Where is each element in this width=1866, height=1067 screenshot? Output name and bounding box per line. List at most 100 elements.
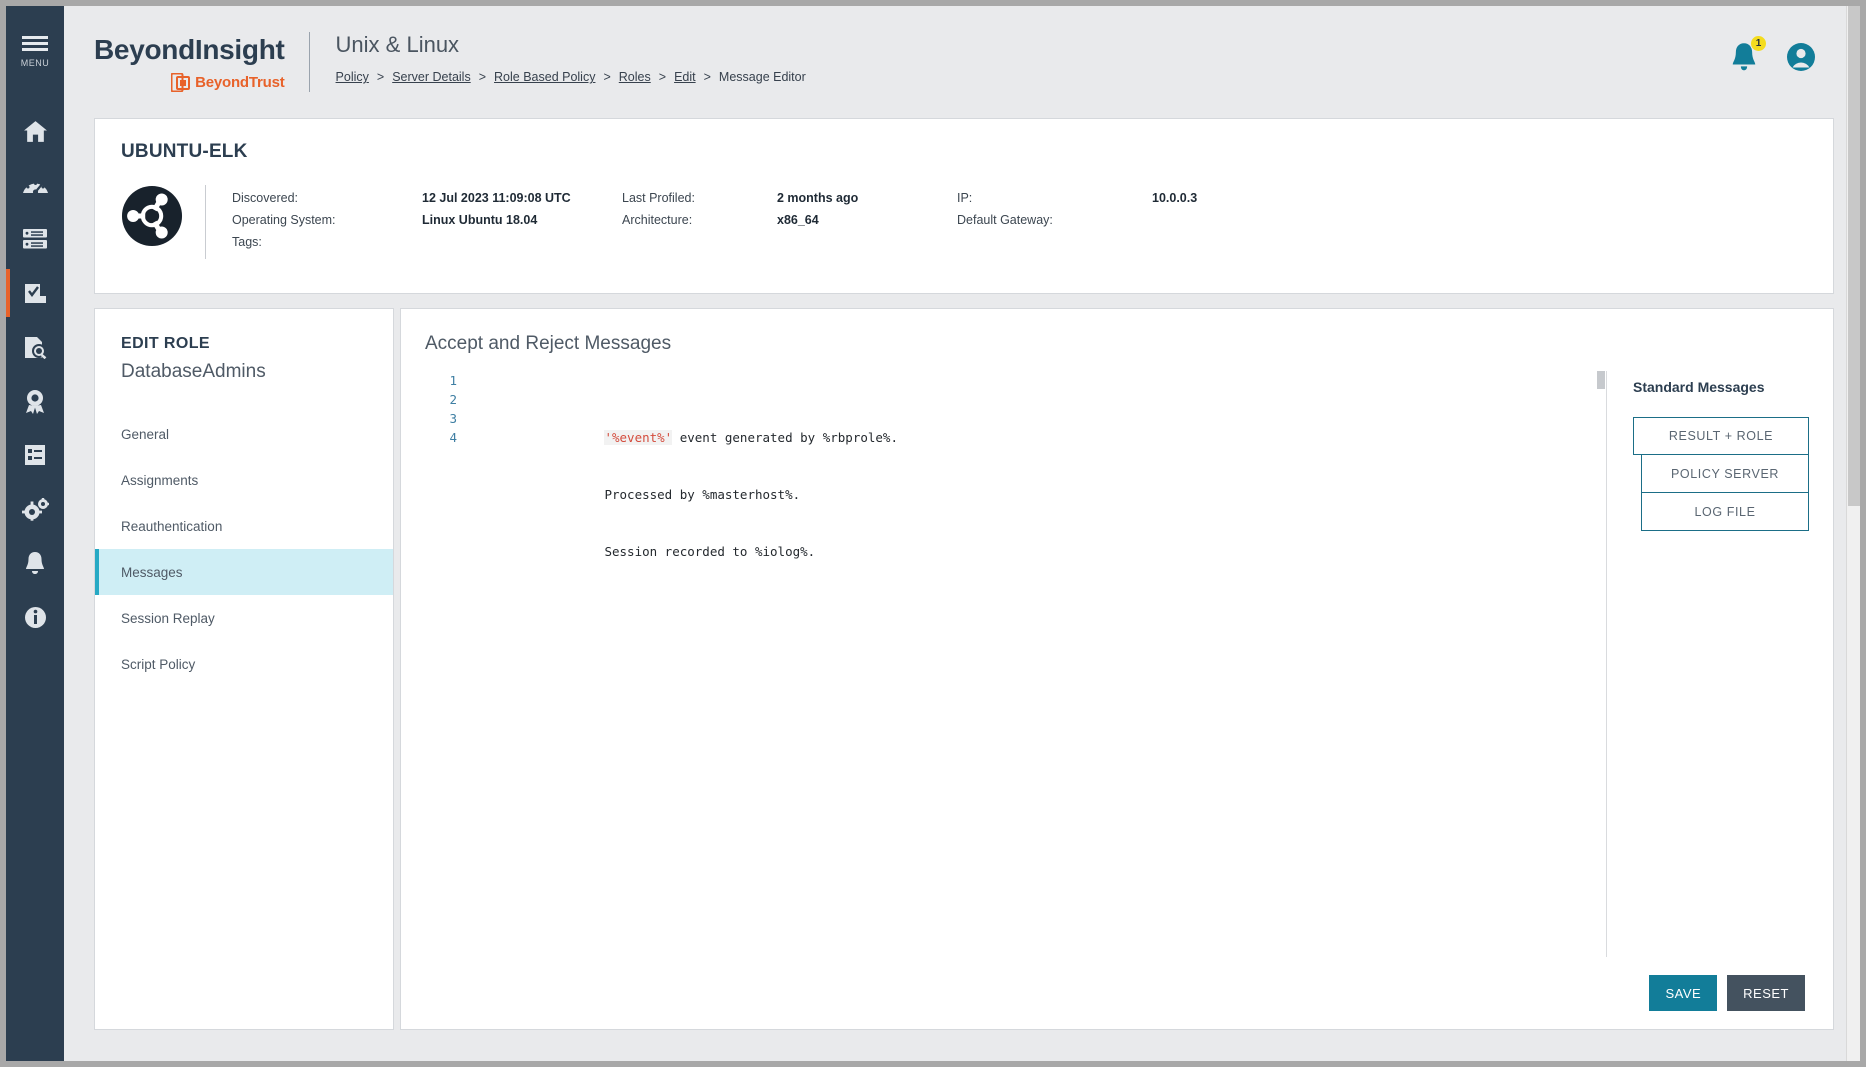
- breadcrumb-item-policy[interactable]: Policy: [336, 70, 369, 84]
- content-row: EDIT ROLE DatabaseAdmins General Assignm…: [94, 308, 1834, 1030]
- code-token-text: Processed by %masterhost%.: [604, 487, 808, 502]
- notifications-button[interactable]: 1: [1730, 35, 1767, 77]
- sidebar-item-session-replay[interactable]: Session Replay: [95, 595, 393, 641]
- breadcrumb-separator: >: [703, 70, 711, 85]
- host-field-grid: Discovered: 12 Jul 2023 11:09:08 UTC Las…: [232, 185, 1197, 249]
- code-editor[interactable]: 1 2 3 4 '%event%' event generated by %rb…: [421, 371, 1607, 957]
- home-icon[interactable]: [6, 104, 64, 158]
- sidebar-item-label: Session Replay: [121, 610, 215, 626]
- list-report-glyph: [25, 445, 45, 465]
- gears-glyph: [21, 497, 49, 521]
- host-label-operating-system: Operating System:: [232, 213, 336, 227]
- bell-glyph: [26, 552, 44, 574]
- breadcrumb-item-server-details[interactable]: Server Details: [392, 70, 471, 84]
- host-label-last-profiled: Last Profiled:: [622, 191, 695, 205]
- host-value-architecture: x86_64: [777, 213, 819, 227]
- standard-messages-title: Standard Messages: [1633, 379, 1765, 395]
- sidebar-item-label: Reauthentication: [121, 518, 223, 534]
- sidebar-item-assignments[interactable]: Assignments: [95, 457, 393, 503]
- code-token-text: event generated by %rbprole%.: [672, 430, 906, 445]
- host-name: UBUNTU-ELK: [121, 141, 248, 162]
- editor-scrollbar-thumb[interactable]: [1597, 371, 1605, 389]
- breadcrumb-separator: >: [478, 70, 487, 85]
- info-icon[interactable]: [6, 590, 64, 644]
- breadcrumb-separator: >: [603, 70, 611, 85]
- award-glyph: [26, 389, 44, 414]
- sidebar-item-messages[interactable]: Messages: [95, 549, 393, 595]
- breadcrumb-item-edit[interactable]: Edit: [674, 70, 696, 84]
- breadcrumb-item-message-editor: Message Editor: [718, 70, 806, 85]
- menu-label: MENU: [20, 58, 50, 68]
- scan-search-icon[interactable]: [6, 320, 64, 374]
- host-label-discovered: Discovered:: [232, 191, 298, 205]
- breadcrumb: Policy > Server Details > Role Based Pol…: [336, 70, 806, 84]
- host-details: Discovered: 12 Jul 2023 11:09:08 UTC Las…: [121, 185, 1807, 259]
- rail-spacer: [6, 80, 64, 104]
- host-value-ip: 10.0.0.3: [1152, 191, 1198, 205]
- reset-button[interactable]: RESET: [1727, 975, 1805, 1011]
- server-glyph: [23, 229, 47, 249]
- gauge-glyph: [22, 182, 48, 195]
- page-title: Unix & Linux: [335, 32, 460, 57]
- primary-icon-rail: MENU: [6, 6, 64, 1061]
- account-button[interactable]: [1786, 42, 1816, 77]
- edit-role-panel: EDIT ROLE DatabaseAdmins General Assignm…: [94, 308, 394, 1030]
- header-divider: [308, 32, 310, 92]
- page-scrollbar-thumb[interactable]: [1848, 6, 1860, 506]
- code-lines[interactable]: '%event%' event generated by %rbprole%. …: [469, 371, 1606, 637]
- line-number: 3: [449, 411, 457, 426]
- breadcrumb-item-role-based-policy[interactable]: Role Based Policy: [494, 70, 595, 84]
- sidebar-item-policy[interactable]: [6, 266, 64, 320]
- brand-beyondtrust-label: BeyondTrust: [195, 74, 285, 91]
- host-value-discovered: 12 Jul 2023 11:09:08 UTC: [422, 191, 571, 205]
- header-actions: 1: [1730, 30, 1834, 77]
- code-token-text: Session recorded to %iolog%.: [604, 544, 823, 559]
- host-label-tags: Tags:: [232, 235, 262, 249]
- host-label-architecture: Architecture:: [622, 213, 693, 227]
- host-value-operating-system: Linux Ubuntu 18.04: [422, 213, 538, 227]
- log-file-button[interactable]: LOG FILE: [1641, 493, 1809, 531]
- notification-badge: 1: [1750, 35, 1767, 52]
- message-editor-panel: Accept and Reject Messages 1 2 3 4 '%eve…: [400, 308, 1834, 1030]
- document-search-glyph: [24, 336, 46, 359]
- editor-body: 1 2 3 4 '%event%' event generated by %rb…: [421, 371, 1809, 957]
- host-label-default-gateway: Default Gateway:: [957, 213, 1053, 227]
- sidebar-item-label: Messages: [121, 564, 183, 580]
- app-header: BeyondInsight BeyondTrust Unix & Linux P…: [64, 6, 1860, 118]
- breadcrumb-item-roles[interactable]: Roles: [619, 70, 651, 84]
- main-region: BeyondInsight BeyondTrust Unix & Linux P…: [64, 6, 1860, 1061]
- host-divider: [205, 185, 206, 259]
- standard-messages-panel: Standard Messages RESULT + ROLE POLICY S…: [1607, 371, 1809, 957]
- result-plus-role-button[interactable]: RESULT + ROLE: [1633, 417, 1809, 455]
- award-badge-icon[interactable]: [6, 374, 64, 428]
- hamburger-glyph: [22, 36, 48, 51]
- brand-beyondinsight: BeyondInsight: [94, 34, 285, 65]
- report-list-icon[interactable]: [6, 428, 64, 482]
- host-value-last-profiled: 2 months ago: [777, 191, 859, 205]
- editor-scrollbar[interactable]: [1596, 371, 1606, 957]
- brand-block: BeyondInsight BeyondTrust: [94, 30, 285, 92]
- sidebar-item-label: Script Policy: [121, 656, 196, 672]
- policy-document-icon: [24, 283, 46, 303]
- line-number: 4: [449, 430, 457, 445]
- application-window: MENU BeyondInsight BeyondTrust Unix & Li…: [6, 6, 1860, 1061]
- server-icon[interactable]: [6, 212, 64, 266]
- edit-role-name: DatabaseAdmins: [121, 361, 266, 382]
- host-summary-card: UBUNTU-ELK Discovered: 12 Jul 2023 11:09…: [94, 118, 1834, 294]
- code-line: Processed by %masterhost%.: [469, 466, 1606, 502]
- sidebar-item-general[interactable]: General: [95, 411, 393, 457]
- code-area[interactable]: 1 2 3 4 '%event%' event generated by %rb…: [421, 371, 1606, 637]
- sidebar-item-label: General: [121, 426, 170, 442]
- bell-icon[interactable]: [6, 536, 64, 590]
- gears-icon[interactable]: [6, 482, 64, 536]
- host-label-ip: IP:: [957, 191, 973, 205]
- sidebar-item-reauthentication[interactable]: Reauthentication: [95, 503, 393, 549]
- menu-icon[interactable]: MENU: [6, 24, 64, 80]
- policy-server-button[interactable]: POLICY SERVER: [1641, 455, 1809, 493]
- sidebar-item-script-policy[interactable]: Script Policy: [95, 641, 393, 687]
- dashboard-gauge-icon[interactable]: [6, 158, 64, 212]
- beyondtrust-logo-icon: [171, 73, 191, 92]
- page-scrollbar[interactable]: [1846, 6, 1860, 1061]
- save-button[interactable]: SAVE: [1649, 975, 1718, 1011]
- code-line: Session recorded to %iolog%.: [469, 523, 1606, 559]
